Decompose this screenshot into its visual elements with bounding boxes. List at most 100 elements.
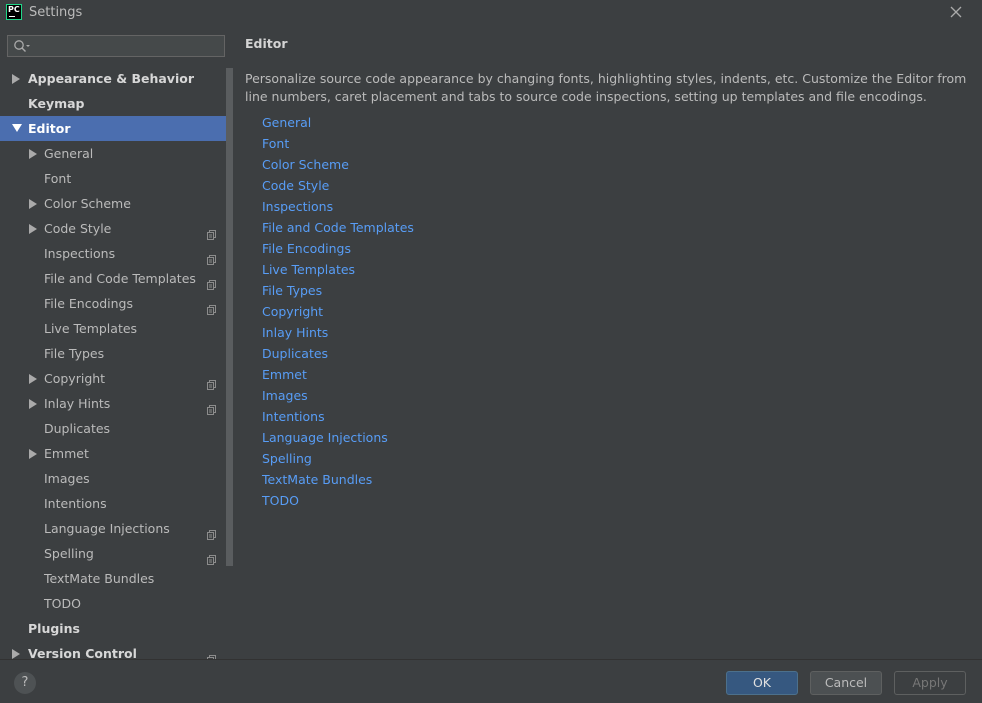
link-live-templates[interactable]: Live Templates (262, 259, 414, 280)
sidebar-item-label: Appearance & Behavior (28, 71, 194, 86)
sidebar-item-textmate-bundles[interactable]: TextMate Bundles (0, 566, 226, 591)
sidebar-item-editor[interactable]: Editor (0, 116, 226, 141)
sidebar-item-file-and-code-templates[interactable]: File and Code Templates (0, 266, 226, 291)
sidebar-item-label: Inlay Hints (44, 396, 111, 411)
link-code-style[interactable]: Code Style (262, 175, 414, 196)
sidebar-item-general[interactable]: General (0, 141, 226, 166)
sidebar-item-intentions[interactable]: Intentions (0, 491, 226, 516)
link-copyright[interactable]: Copyright (262, 301, 414, 322)
link-intentions[interactable]: Intentions (262, 406, 414, 427)
sidebar-item-keymap[interactable]: Keymap (0, 91, 226, 116)
sidebar-item-label: Images (44, 471, 90, 486)
sidebar-item-appearance-behavior[interactable]: Appearance & Behavior (0, 66, 226, 91)
sidebar-item-label: Code Style (44, 221, 112, 236)
project-level-icon (207, 273, 216, 290)
sidebar-item-label: Language Injections (44, 521, 170, 536)
link-language-injections[interactable]: Language Injections (262, 427, 414, 448)
project-level-icon (207, 298, 216, 315)
expand-arrow-right-icon[interactable] (29, 366, 39, 391)
sidebar-item-label: Editor (28, 121, 71, 136)
link-images[interactable]: Images (262, 385, 414, 406)
close-icon (950, 6, 962, 18)
sidebar-item-plugins[interactable]: Plugins (0, 616, 226, 641)
link-textmate-bundles[interactable]: TextMate Bundles (262, 469, 414, 490)
link-inlay-hints[interactable]: Inlay Hints (262, 322, 414, 343)
sidebar-item-images[interactable]: Images (0, 466, 226, 491)
link-general[interactable]: General (262, 112, 414, 133)
link-file-and-code-templates[interactable]: File and Code Templates (262, 217, 414, 238)
sidebar-item-label: Inspections (44, 246, 116, 261)
expand-arrow-right-icon[interactable] (12, 641, 22, 659)
sidebar-item-label: Emmet (44, 446, 89, 461)
expand-arrow-right-icon[interactable] (29, 191, 39, 216)
link-file-types[interactable]: File Types (262, 280, 414, 301)
project-level-icon (207, 548, 216, 565)
link-spelling[interactable]: Spelling (262, 448, 414, 469)
sidebar-item-label: General (44, 146, 94, 161)
sidebar-item-label: Plugins (28, 621, 80, 636)
expand-arrow-right-icon[interactable] (29, 441, 39, 466)
title-bar: PC Settings (0, 0, 982, 26)
sidebar-item-label: TODO (44, 596, 81, 611)
expand-arrow-right-icon[interactable] (29, 216, 39, 241)
sidebar-item-emmet[interactable]: Emmet (0, 441, 226, 466)
sidebar-item-label: File and Code Templates (44, 271, 196, 286)
close-button[interactable] (946, 3, 966, 23)
settings-tree: Appearance & Behavior Keymap Editor General… (0, 66, 226, 659)
sidebar-item-live-templates[interactable]: Live Templates (0, 316, 226, 341)
cancel-button[interactable]: Cancel (810, 671, 882, 695)
sidebar-item-label: Version Control (28, 646, 137, 659)
window-title: Settings (29, 5, 83, 20)
sidebar-item-file-types[interactable]: File Types (0, 341, 226, 366)
page-title: Editor (245, 36, 288, 51)
settings-sidebar: Appearance & Behavior Keymap Editor General… (0, 26, 234, 659)
sidebar-item-label: Duplicates (44, 421, 111, 436)
sidebar-item-todo[interactable]: TODO (0, 591, 226, 616)
link-color-scheme[interactable]: Color Scheme (262, 154, 414, 175)
link-duplicates[interactable]: Duplicates (262, 343, 414, 364)
expand-arrow-right-icon[interactable] (12, 66, 22, 91)
apply-button[interactable]: Apply (894, 671, 966, 695)
sidebar-scrollbar[interactable] (226, 66, 234, 659)
sidebar-item-label: Copyright (44, 371, 106, 386)
scrollbar-thumb[interactable] (226, 68, 233, 566)
sidebar-item-spelling[interactable]: Spelling (0, 541, 226, 566)
sidebar-item-version-control[interactable]: Version Control (0, 641, 226, 659)
sidebar-item-code-style[interactable]: Code Style (0, 216, 226, 241)
sidebar-item-language-injections[interactable]: Language Injections (0, 516, 226, 541)
editor-settings-panel: Editor Personalize source code appearanc… (234, 26, 982, 659)
project-level-icon (207, 223, 216, 240)
search-icon (14, 40, 30, 52)
project-level-icon (207, 248, 216, 265)
logo-text: PC (8, 5, 20, 14)
sidebar-item-duplicates[interactable]: Duplicates (0, 416, 226, 441)
ok-button[interactable]: OK (726, 671, 798, 695)
link-inspections[interactable]: Inspections (262, 196, 414, 217)
project-level-icon (207, 373, 216, 390)
project-level-icon (207, 398, 216, 415)
link-emmet[interactable]: Emmet (262, 364, 414, 385)
expand-arrow-down-icon[interactable] (12, 116, 22, 141)
dialog-footer: ? OK Cancel Apply (0, 659, 982, 703)
help-button[interactable]: ? (14, 672, 36, 694)
sidebar-item-label: File Encodings (44, 296, 134, 311)
sidebar-item-inlay-hints[interactable]: Inlay Hints (0, 391, 226, 416)
sidebar-item-label: Font (44, 171, 72, 186)
sidebar-item-font[interactable]: Font (0, 166, 226, 191)
sidebar-item-inspections[interactable]: Inspections (0, 241, 226, 266)
page-description: Personalize source code appearance by ch… (245, 71, 967, 104)
sidebar-item-label: Keymap (28, 96, 85, 111)
sidebar-item-color-scheme[interactable]: Color Scheme (0, 191, 226, 216)
link-font[interactable]: Font (262, 133, 414, 154)
sidebar-item-copyright[interactable]: Copyright (0, 366, 226, 391)
project-level-icon (207, 523, 216, 540)
link-file-encodings[interactable]: File Encodings (262, 238, 414, 259)
link-todo[interactable]: TODO (262, 490, 414, 511)
expand-arrow-right-icon[interactable] (29, 141, 39, 166)
project-level-icon (207, 648, 216, 659)
search-field[interactable] (7, 35, 225, 57)
sidebar-item-file-encodings[interactable]: File Encodings (0, 291, 226, 316)
search-input[interactable] (34, 37, 219, 55)
expand-arrow-right-icon[interactable] (29, 391, 39, 416)
sidebar-item-label: Intentions (44, 496, 107, 511)
